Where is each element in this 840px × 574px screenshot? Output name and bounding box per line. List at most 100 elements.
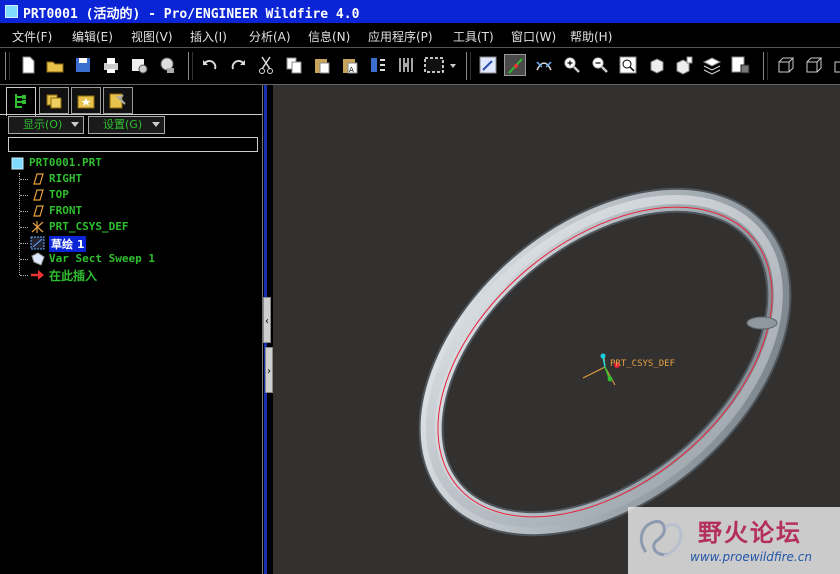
paste-special-icon[interactable]: A xyxy=(339,54,361,76)
chevron-down-icon xyxy=(71,122,79,127)
favorites-icon xyxy=(77,95,95,109)
send-icon[interactable] xyxy=(156,54,178,76)
part-icon xyxy=(11,157,24,170)
menu-analysis[interactable]: 分析(A) xyxy=(249,28,291,45)
watermark-url: www.proewildfire.cn xyxy=(690,550,812,564)
datum-plane-icon xyxy=(33,173,44,185)
tree-connector xyxy=(20,259,28,260)
orient-icon[interactable] xyxy=(533,54,555,76)
menu-window[interactable]: 窗口(W) xyxy=(511,28,556,45)
tab-divider xyxy=(0,114,262,115)
tree-connector xyxy=(20,211,28,212)
paste-icon[interactable] xyxy=(311,54,333,76)
menu-bar: 文件(F) 编辑(E) 视图(V) 插入(I) 分析(A) 信息(N) 应用程序… xyxy=(0,23,840,48)
hidden-line-icon[interactable] xyxy=(802,54,824,76)
panel-splitter[interactable]: ‹ › xyxy=(263,85,273,574)
collapse-panel-button[interactable]: ‹ xyxy=(263,297,271,343)
spin-center-icon[interactable] xyxy=(504,54,526,76)
window-title: PRT0001 (活动的) - Pro/ENGINEER Wildfire 4.… xyxy=(23,7,360,22)
toolbar: A xyxy=(0,48,840,85)
view-manager-icon[interactable] xyxy=(729,54,751,76)
email-icon[interactable] xyxy=(128,54,150,76)
tree-connector xyxy=(20,227,28,228)
menu-view[interactable]: 视图(V) xyxy=(131,28,173,45)
model-view: PRT_CSYS_DEF xyxy=(418,187,792,537)
zoom-out-icon[interactable] xyxy=(589,54,611,76)
tree-filter-input[interactable] xyxy=(8,137,258,152)
sketch-icon xyxy=(30,236,45,250)
menu-insert[interactable]: 插入(I) xyxy=(190,28,227,45)
tree-root-label: PRT0001.PRT xyxy=(29,156,102,169)
settings-label: 设置(G) xyxy=(103,118,143,131)
expand-panel-button[interactable]: › xyxy=(265,347,273,393)
model-tree-icon xyxy=(15,94,26,108)
cut-icon[interactable] xyxy=(255,54,277,76)
sweep-start-cap xyxy=(746,316,778,330)
folder-browser-tab[interactable] xyxy=(39,87,69,114)
select-dropdown-arrow[interactable] xyxy=(450,64,456,68)
tree-item-label: TOP xyxy=(49,188,69,201)
menu-help[interactable]: 帮助(H) xyxy=(570,28,612,45)
tree-item-label: 草绘 1 xyxy=(49,236,87,252)
open-icon[interactable] xyxy=(44,54,66,76)
redo-icon[interactable] xyxy=(227,54,249,76)
undo-icon[interactable] xyxy=(199,54,221,76)
sweep-icon xyxy=(31,252,45,266)
zoom-in-icon[interactable] xyxy=(561,54,583,76)
print-icon[interactable] xyxy=(100,54,122,76)
reorient-icon[interactable] xyxy=(645,54,667,76)
forum-watermark: 野火论坛 www.proewildfire.cn xyxy=(628,507,840,574)
save-icon[interactable] xyxy=(72,54,94,76)
refit-icon[interactable] xyxy=(617,54,639,76)
csys-label: PRT_CSYS_DEF xyxy=(610,359,675,369)
tree-item-label: FRONT xyxy=(49,204,83,217)
show-dropdown[interactable]: 显示(O) xyxy=(8,116,84,134)
navigator-panel: 显示(O) 设置(G) PRT0001.PRT RIGHT TOP FRONT … xyxy=(0,85,263,574)
regen-manager-icon[interactable] xyxy=(395,54,417,76)
wireframe-icon[interactable] xyxy=(774,54,796,76)
saved-views-icon[interactable] xyxy=(673,54,695,76)
tree-connector xyxy=(20,275,28,276)
menu-edit[interactable]: 编辑(E) xyxy=(72,28,113,45)
favorites-tab[interactable] xyxy=(71,87,101,114)
chevron-left-icon: ‹ xyxy=(265,316,269,327)
settings-dropdown[interactable]: 设置(G) xyxy=(88,116,165,134)
no-hidden-icon[interactable] xyxy=(830,54,840,76)
toolbar-separator xyxy=(763,52,768,80)
copy-icon[interactable] xyxy=(283,54,305,76)
tree-connector xyxy=(20,179,28,180)
tree-item-label: RIGHT xyxy=(49,172,83,185)
datum-plane-icon xyxy=(33,205,44,217)
tree-item-label: PRT_CSYS_DEF xyxy=(49,220,129,233)
tree-connector xyxy=(20,195,28,196)
select-box-icon[interactable] xyxy=(422,54,448,76)
new-icon[interactable] xyxy=(17,54,39,76)
coordinate-system-icon xyxy=(31,221,44,233)
forum-logo xyxy=(639,520,683,558)
layers-icon[interactable] xyxy=(701,54,723,76)
regenerate-icon[interactable] xyxy=(367,54,389,76)
insert-here-icon xyxy=(31,270,44,280)
graphics-window[interactable]: PRT_CSYS_DEF xyxy=(273,85,840,574)
model-tree-tab[interactable] xyxy=(6,87,36,116)
chevron-right-icon: › xyxy=(267,366,271,377)
menu-file[interactable]: 文件(F) xyxy=(12,28,52,45)
toolbar-separator xyxy=(188,52,193,80)
tree-item-label: Var Sect Sweep 1 xyxy=(49,252,155,265)
chevron-down-icon xyxy=(152,122,160,127)
show-label: 显示(O) xyxy=(23,118,63,131)
toolbar-grip xyxy=(5,52,10,80)
connections-icon xyxy=(109,93,126,109)
toolbar-separator xyxy=(466,52,471,80)
menu-applications[interactable]: 应用程序(P) xyxy=(368,28,433,45)
app-icon xyxy=(5,5,18,18)
menu-tools[interactable]: 工具(T) xyxy=(453,28,494,45)
menu-info[interactable]: 信息(N) xyxy=(308,28,350,45)
connections-tab[interactable] xyxy=(103,87,133,114)
tree-item-label: 在此插入 xyxy=(49,269,98,283)
title-bar: PRT0001 (活动的) - Pro/ENGINEER Wildfire 4.… xyxy=(0,0,840,23)
watermark-title: 野火论坛 xyxy=(698,519,802,547)
folder-browser-icon xyxy=(46,94,62,109)
svg-text:A: A xyxy=(349,66,354,74)
repaint-icon[interactable] xyxy=(477,54,499,76)
